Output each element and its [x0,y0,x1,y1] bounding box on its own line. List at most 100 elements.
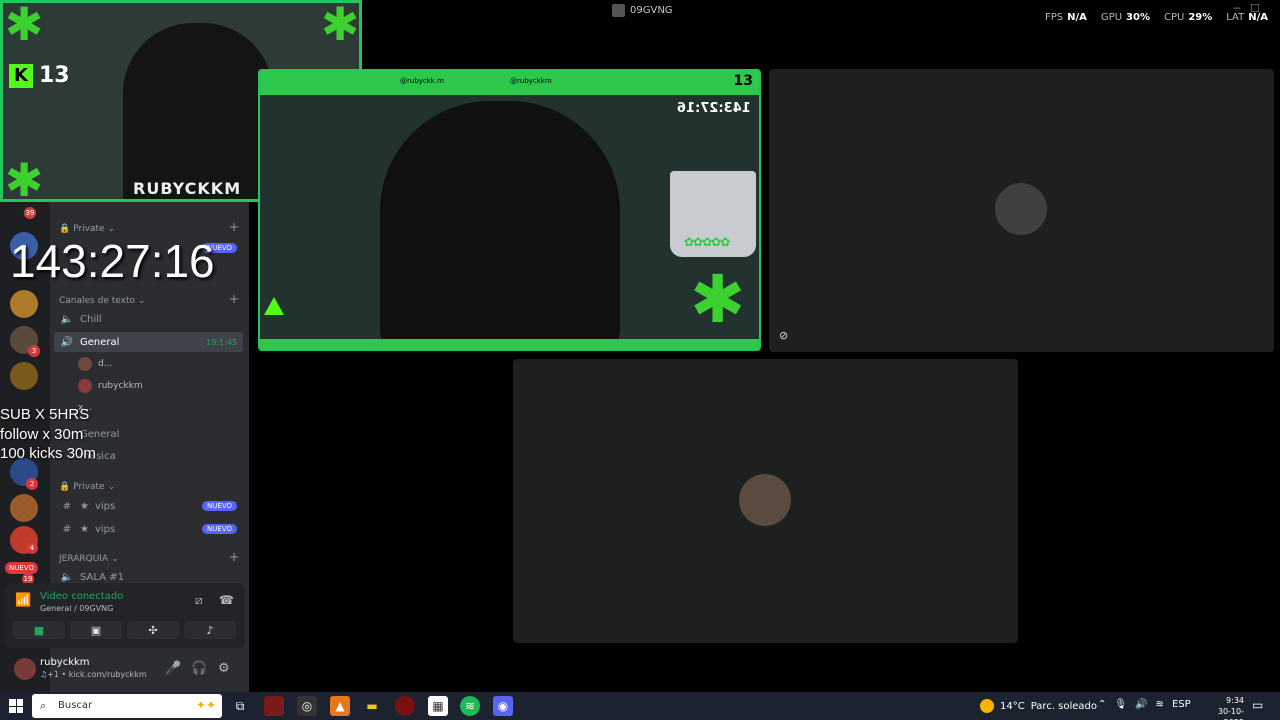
speaker-icon: 🔈 [60,571,74,583]
tip-jar: ✿✿✿✿✿ [670,171,756,257]
video-off-icon: ⊘ [779,329,789,342]
unread-badge: 4 [26,542,38,554]
category-private-2[interactable]: 🔒 Private ⌄ [59,482,115,492]
maximize-icon[interactable]: ☐ [1250,2,1260,15]
leaf-icon: ✱ [4,0,44,51]
window-title-text: 09GVNG [630,5,673,16]
streamer-video [123,23,273,199]
perf-fps: FPS N/A [1045,12,1087,23]
stream-top-bar: @rubyckk.m @rubyckkm 13 [260,71,759,95]
window-title: 09GVNG [612,4,673,17]
subathon-goals: SUB X 5HRS follow x 30m 100 kicks 30m [0,406,96,462]
wifi-icon[interactable]: ≋ [1156,699,1164,710]
file-explorer-icon[interactable]: ▬ [362,696,382,716]
kick-counter: K 13 [9,63,70,88]
server-icon[interactable] [10,362,38,390]
hash-icon: # [62,523,72,535]
system-tray: ⌃ 🎙 🔊 ≋ ESP [1098,699,1191,710]
app-icon [612,4,625,17]
camera-button[interactable]: ■ [13,621,65,639]
voice-connection-panel: 📶 Video conectado General / 09GVNG ⧄ ☎ ■… [5,583,245,648]
voice-user[interactable]: rubyckkm [78,376,143,396]
perf-cpu: CPU 29% [1163,12,1213,23]
new-pill: NUEVO [202,501,237,511]
connection-status[interactable]: Video conectado [40,591,123,602]
clock[interactable]: 9:34 30-10-2025 [1200,695,1244,720]
star-icon: ★ [80,500,89,512]
add-channel-icon[interactable]: + [229,550,239,564]
window-controls: ─ ☐ [1234,2,1261,15]
channel-chill[interactable]: 🔈 Chill [54,309,243,329]
headphones-icon[interactable]: 🎧 [191,661,207,676]
volume-icon[interactable]: 🔊 [1135,699,1147,710]
streamer-video [380,101,620,349]
notification-icon[interactable]: ▭ [1252,698,1263,712]
add-channel-icon[interactable]: + [229,220,239,234]
kick-counter: 13 [733,73,753,89]
taskbar-search[interactable]: ⌕ Buscar ✦✦ [32,694,222,718]
activities-button[interactable]: ✣ [127,621,179,639]
leaf-icon: ✱ [320,0,360,51]
voice-timer: 19:1:45 [206,337,237,347]
hash-icon: # [62,500,72,512]
avatar [739,474,791,526]
new-badge: NUEVO [5,562,38,574]
store-icon[interactable]: ▦ [428,696,448,716]
unread-badge: 3 [28,345,40,357]
search-icon: ⌕ [40,699,47,712]
app-icon[interactable]: ▲ [330,696,350,716]
minimize-icon[interactable]: ─ [1234,2,1241,15]
participant-tile[interactable] [513,359,1018,643]
weather-widget[interactable]: 14°C Parc. soleado [980,699,1097,713]
jar-items: ✿✿✿✿✿ [684,235,730,249]
task-view-icon[interactable]: ⧉ [230,696,250,716]
add-channel-icon[interactable]: + [229,292,239,306]
discord-icon[interactable]: ◉ [493,696,513,716]
avatar [995,183,1047,235]
speaker-icon: 🔊 [60,336,74,348]
start-button[interactable] [9,699,23,713]
stream-video-tile[interactable]: @rubyckk.m @rubyckkm 13 143:27:16 ✿✿✿✿✿ … [258,69,761,351]
leaf-icon: ✱ [690,261,746,338]
language-indicator[interactable]: ESP [1172,699,1191,710]
connection-channel[interactable]: General / 09GVNG [40,604,113,613]
channel-vips[interactable]: # ★ vips NUEVO [54,519,243,539]
category-text-channels[interactable]: Canales de texto ⌄ [59,296,146,306]
channel-general-voice[interactable]: 🔊 General 19:1:45 [54,332,243,352]
chevron-up-icon[interactable]: ⌃ [1098,699,1106,710]
spotify-icon[interactable]: ≋ [460,696,480,716]
soundboard-button[interactable]: ♪ [184,621,236,639]
avatar[interactable] [14,658,36,680]
webcam-name: RUBYCKKM [133,179,242,198]
category-jerarquia[interactable]: JERARQUIA ⌄ [59,554,119,564]
user-panel: rubyckkm ♫+1 • kick.com/rubyckkm 🎤 🎧 ⚙ [5,652,245,688]
server-icon[interactable] [10,290,38,318]
partly-sunny-icon [980,699,994,713]
category-private[interactable]: 🔒 Private ⌄ [59,224,115,234]
microphone-icon[interactable]: 🎤 [165,661,181,676]
obs-icon[interactable]: ◎ [297,696,317,716]
unread-badge: 39 [24,207,36,219]
star-icon: ★ [80,523,89,535]
new-pill: NUEVO [202,524,237,534]
signal-icon[interactable]: 📶 [15,593,33,611]
app-icon[interactable] [395,696,415,716]
voice-user[interactable]: d... [78,354,112,374]
user-status: ♫+1 • kick.com/rubyckkm [40,670,147,679]
server-icon[interactable] [10,494,38,522]
avatar [78,379,92,393]
settings-gear-icon[interactable]: ⚙ [218,661,230,676]
microphone-icon[interactable]: 🎙 [1114,699,1127,710]
avatar [78,357,92,371]
speaker-icon: 🔈 [60,313,74,325]
participant-tile[interactable]: ⊘ [769,69,1274,352]
screen-share-button[interactable]: ▣ [70,621,122,639]
stream-timer-mirrored: 143:27:16 [677,101,751,116]
disconnect-icon[interactable]: ☎ [219,593,234,607]
kick-logo-icon: K [9,63,33,88]
app-icon[interactable] [264,696,284,716]
channel-vips[interactable]: # ★ vips NUEVO [54,496,243,516]
username[interactable]: rubyckkm [40,657,90,668]
perf-gpu: GPU 30% [1100,12,1150,23]
noise-suppression-icon[interactable]: ⧄ [195,593,203,608]
